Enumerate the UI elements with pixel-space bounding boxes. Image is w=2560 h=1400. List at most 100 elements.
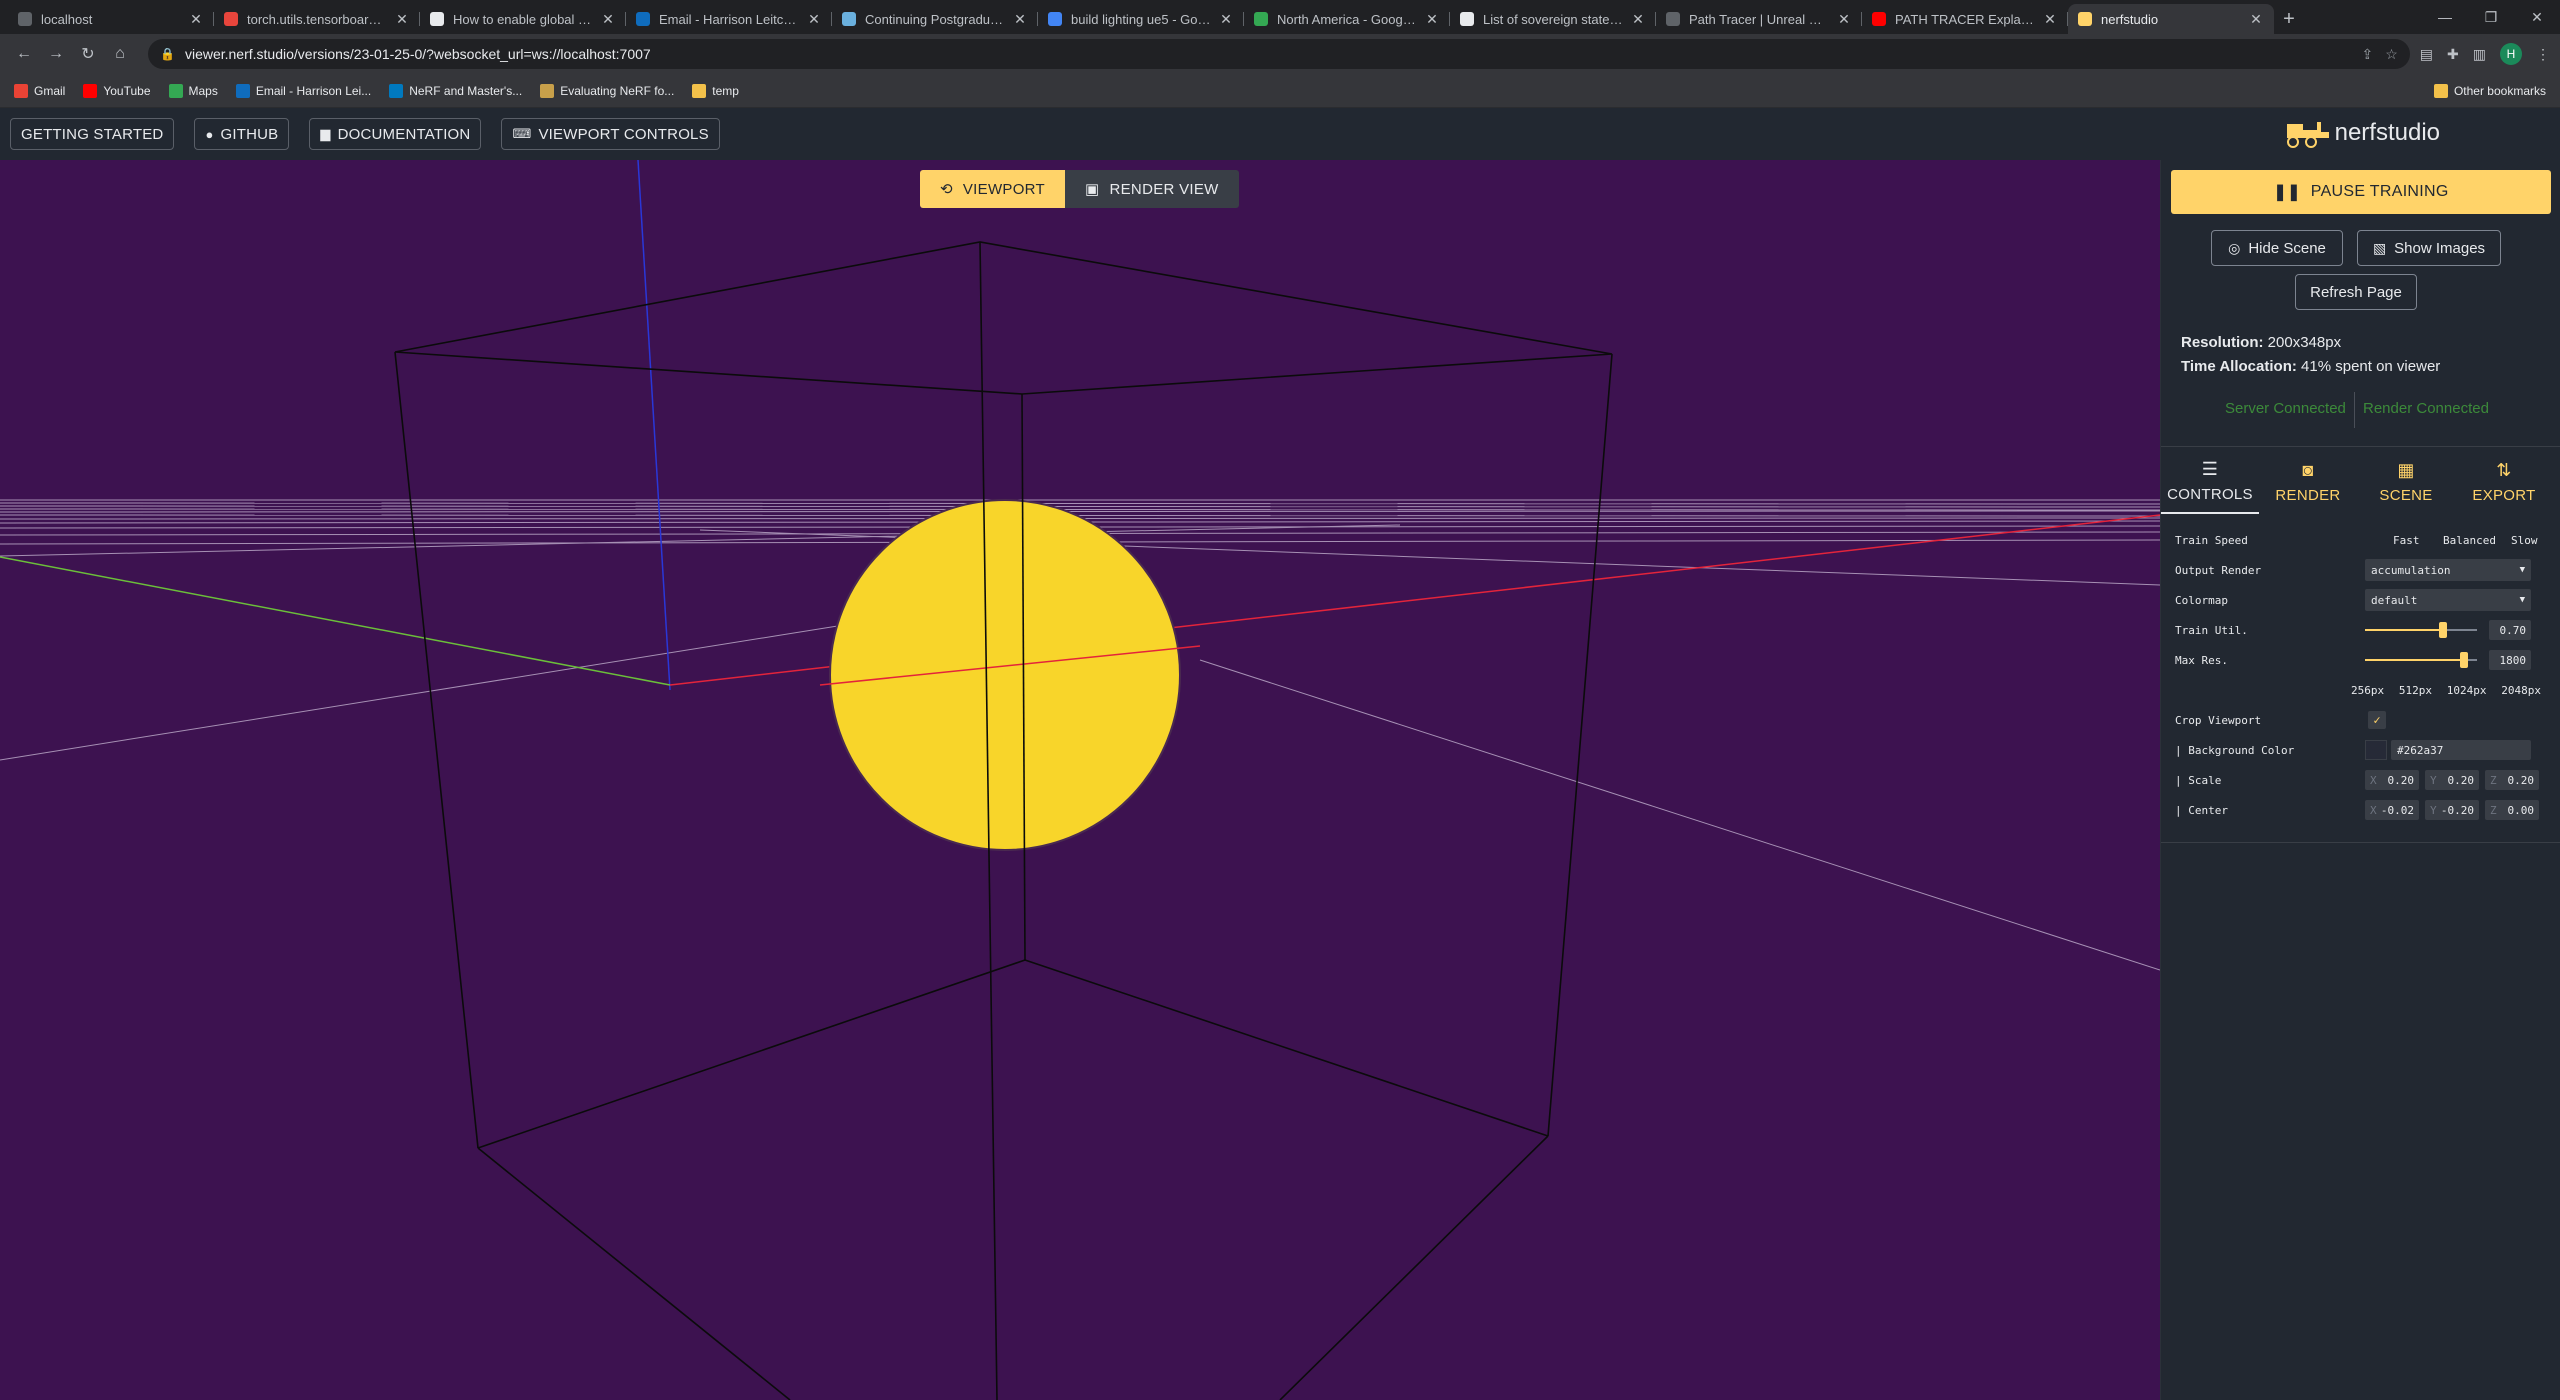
bookmark-item[interactable]: temp bbox=[692, 83, 739, 98]
tab-close-icon[interactable]: ✕ bbox=[2042, 11, 2058, 28]
github-button[interactable]: ● GITHUB bbox=[194, 118, 290, 150]
browser-tab[interactable]: Email - Harrison Leitch (16c ✕ bbox=[626, 4, 832, 34]
refresh-page-button[interactable]: Refresh Page bbox=[2295, 274, 2417, 310]
bookmark-label: Evaluating NeRF fo... bbox=[560, 83, 675, 98]
browser-tab[interactable]: nerfstudio ✕ bbox=[2068, 4, 2274, 34]
bookmark-label: Maps bbox=[188, 83, 218, 98]
tab-close-icon[interactable]: ✕ bbox=[2248, 11, 2264, 28]
bookmark-star-icon[interactable]: ☆ bbox=[2385, 46, 2398, 63]
address-bar[interactable]: 🔒 viewer.nerf.studio/versions/23-01-25-0… bbox=[148, 39, 2410, 69]
reading-list-icon[interactable]: ▤ bbox=[2420, 46, 2433, 63]
folder-icon bbox=[2433, 83, 2448, 98]
browser-tab[interactable]: localhost ✕ bbox=[8, 4, 214, 34]
tab-close-icon[interactable]: ✕ bbox=[1424, 11, 1440, 28]
home-icon[interactable]: ⌂ bbox=[106, 40, 134, 68]
browser-tab[interactable]: Path Tracer | Unreal Engine ✕ bbox=[1656, 4, 1862, 34]
tab-controls[interactable]: ☰ CONTROLS bbox=[2161, 450, 2259, 514]
tab-close-icon[interactable]: ✕ bbox=[188, 11, 204, 28]
restore-icon[interactable]: ❐ bbox=[2468, 0, 2514, 34]
center-y-input[interactable]: Y -0.20 bbox=[2425, 800, 2479, 820]
minimize-icon[interactable]: — bbox=[2422, 0, 2468, 34]
train-util-input[interactable]: 0.70 bbox=[2489, 620, 2531, 640]
tab-favicon-icon bbox=[1872, 12, 1886, 26]
caret-down-icon: ▼ bbox=[2519, 565, 2525, 575]
bookmark-item[interactable]: YouTube bbox=[83, 83, 151, 98]
tab-scene[interactable]: ▦ SCENE bbox=[2357, 450, 2455, 514]
tab-close-icon[interactable]: ✕ bbox=[1836, 11, 1852, 28]
speed-fast-option[interactable]: Fast bbox=[2393, 534, 2420, 547]
profile-avatar[interactable]: H bbox=[2500, 43, 2522, 65]
bookmark-label: NeRF and Master's... bbox=[409, 83, 523, 98]
max-res-ticks: 256px 512px 1024px 2048px bbox=[2161, 678, 2560, 702]
browser-tab[interactable]: build lighting ue5 - Google ✕ bbox=[1038, 4, 1244, 34]
documentation-button[interactable]: ▆ DOCUMENTATION bbox=[309, 118, 482, 150]
train-util-slider[interactable] bbox=[2365, 619, 2477, 641]
tab-favicon-icon bbox=[1254, 12, 1268, 26]
bookmark-item[interactable]: Evaluating NeRF fo... bbox=[540, 83, 675, 98]
max-res-slider[interactable] bbox=[2365, 649, 2477, 671]
scale-z-input[interactable]: Z 0.20 bbox=[2485, 770, 2539, 790]
tab-close-icon[interactable]: ✕ bbox=[600, 11, 616, 28]
background-color-input[interactable]: #262a37 bbox=[2391, 740, 2531, 760]
extensions-icon[interactable]: ✚ bbox=[2447, 46, 2459, 63]
scale-y-input[interactable]: Y 0.20 bbox=[2425, 770, 2479, 790]
close-window-icon[interactable]: ✕ bbox=[2514, 0, 2560, 34]
hide-scene-button[interactable]: ◎ Hide Scene bbox=[2211, 230, 2343, 266]
browser-tab[interactable]: PATH TRACER Explained - U ✕ bbox=[1862, 4, 2068, 34]
share-icon[interactable]: ⇪ bbox=[2362, 46, 2374, 63]
back-icon[interactable]: ← bbox=[10, 40, 38, 68]
tab-close-icon[interactable]: ✕ bbox=[1012, 11, 1028, 28]
new-tab-button[interactable]: + bbox=[2274, 4, 2304, 34]
browser-tab[interactable]: How to enable global clip p ✕ bbox=[420, 4, 626, 34]
crop-viewport-row: Crop Viewport ✓ bbox=[2161, 708, 2560, 732]
other-bookmarks[interactable]: Other bookmarks bbox=[2433, 83, 2546, 98]
address-url[interactable]: viewer.nerf.studio/versions/23-01-25-0/?… bbox=[185, 46, 2362, 62]
train-util-row: Train Util. 0.70 bbox=[2161, 618, 2560, 642]
bookmark-item[interactable]: Email - Harrison Lei... bbox=[235, 83, 371, 98]
tab-close-icon[interactable]: ✕ bbox=[1218, 11, 1234, 28]
app-header: GETTING STARTED ● GITHUB ▆ DOCUMENTATION ⌨… bbox=[0, 108, 2560, 160]
center-x-input[interactable]: X -0.02 bbox=[2365, 800, 2419, 820]
browser-menu-icon[interactable]: ⋮ bbox=[2536, 46, 2550, 63]
show-images-button[interactable]: ▧ Show Images bbox=[2357, 230, 2501, 266]
browser-tab[interactable]: List of sovereign states and ✕ bbox=[1450, 4, 1656, 34]
3d-viewport[interactable]: ⟲ VIEWPORT ▣ RENDER VIEW bbox=[0, 160, 2160, 1400]
bookmark-item[interactable]: Maps bbox=[168, 83, 218, 98]
tab-close-icon[interactable]: ✕ bbox=[806, 11, 822, 28]
train-util-thumb[interactable] bbox=[2439, 622, 2448, 638]
center-z-input[interactable]: Z 0.00 bbox=[2485, 800, 2539, 820]
max-res-thumb[interactable] bbox=[2459, 652, 2468, 668]
tab-title: torch.utils.tensorboard — P bbox=[247, 11, 388, 27]
status-separator bbox=[2354, 392, 2355, 428]
colormap-select[interactable]: default ▼ bbox=[2365, 589, 2531, 611]
video-camera-icon: ▣ bbox=[1085, 181, 1100, 198]
tab-close-icon[interactable]: ✕ bbox=[394, 11, 410, 28]
crop-viewport-checkbox[interactable]: ✓ bbox=[2368, 711, 2386, 729]
browser-tab[interactable]: Continuing Postgraduate R ✕ bbox=[832, 4, 1038, 34]
reload-icon[interactable]: ↻ bbox=[74, 40, 102, 68]
bookmark-item[interactable]: NeRF and Master's... bbox=[389, 83, 523, 98]
tab-close-icon[interactable]: ✕ bbox=[1630, 11, 1646, 28]
render-view-button[interactable]: ▣ RENDER VIEW bbox=[1065, 170, 1239, 208]
bookmark-icon bbox=[692, 83, 707, 98]
pause-training-button[interactable]: ❚❚ PAUSE TRAINING bbox=[2171, 170, 2551, 214]
scene-canvas[interactable] bbox=[0, 160, 2160, 1400]
viewport-controls-button[interactable]: ⌨ VIEWPORT CONTROLS bbox=[501, 118, 720, 150]
bookmark-item[interactable]: Gmail bbox=[14, 83, 65, 98]
max-res-input[interactable]: 1800 bbox=[2489, 650, 2531, 670]
output-render-select[interactable]: accumulation ▼ bbox=[2365, 559, 2531, 581]
tab-render[interactable]: ◙ RENDER bbox=[2259, 450, 2357, 514]
forward-icon[interactable]: → bbox=[42, 40, 70, 68]
speed-slow-option[interactable]: Slow bbox=[2511, 534, 2538, 547]
tab-export[interactable]: ⇅ EXPORT bbox=[2455, 450, 2553, 514]
side-panel-icon[interactable]: ▥ bbox=[2473, 46, 2486, 63]
time-allocation-info: Time Allocation: 41% spent on viewer bbox=[2181, 358, 2441, 375]
viewport-button[interactable]: ⟲ VIEWPORT bbox=[920, 170, 1066, 208]
browser-tab[interactable]: North America - Google M ✕ bbox=[1244, 4, 1450, 34]
browser-tab[interactable]: torch.utils.tensorboard — P ✕ bbox=[214, 4, 420, 34]
background-color-swatch[interactable] bbox=[2365, 740, 2387, 760]
getting-started-button[interactable]: GETTING STARTED bbox=[10, 118, 175, 150]
scale-x-input[interactable]: X 0.20 bbox=[2365, 770, 2419, 790]
bookmark-label: YouTube bbox=[103, 83, 151, 98]
speed-balanced-option[interactable]: Balanced bbox=[2443, 534, 2496, 547]
